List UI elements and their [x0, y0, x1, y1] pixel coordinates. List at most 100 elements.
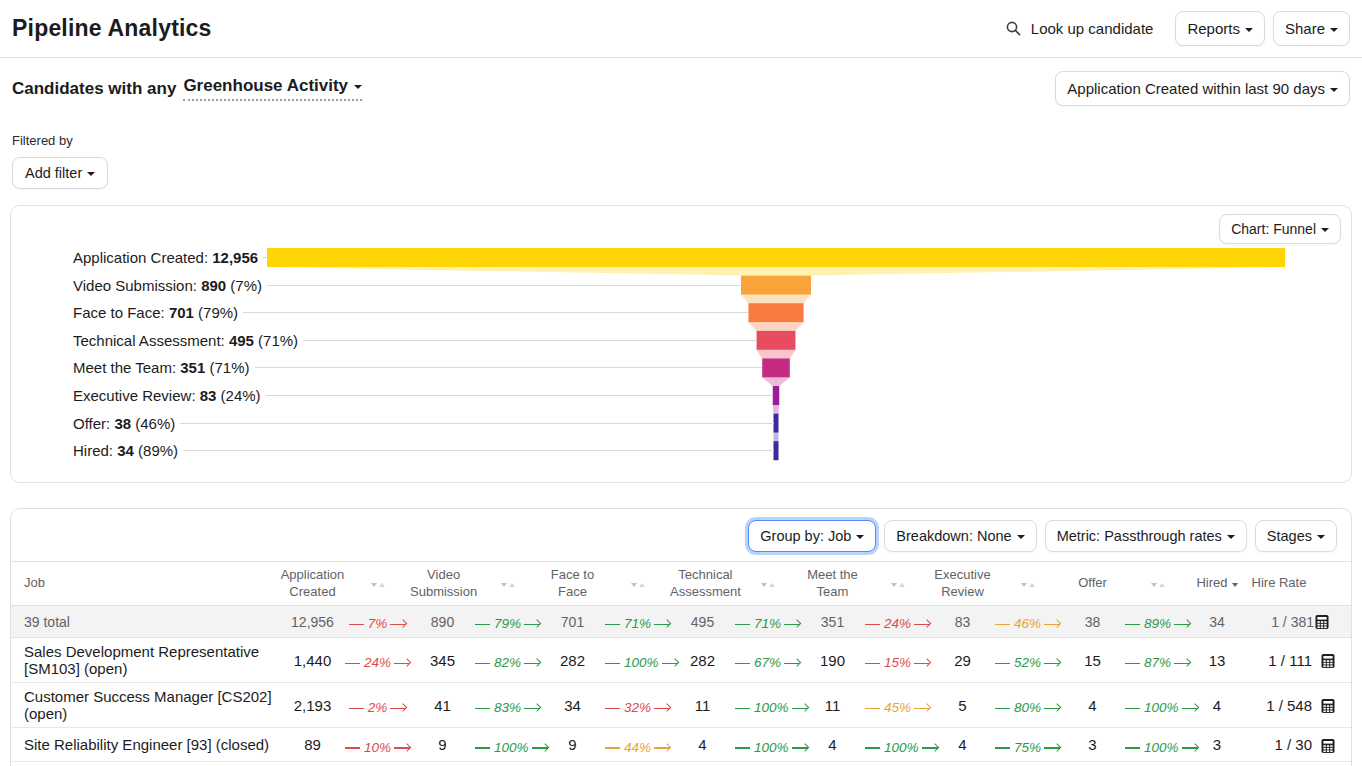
sort-toggle[interactable]	[865, 562, 930, 606]
funnel-transition	[267, 267, 1285, 276]
sort-toggle[interactable]	[995, 562, 1060, 606]
column-header-spacer	[1314, 562, 1351, 606]
table-row: Site Reliability Engineer [93] (closed)8…	[11, 728, 1351, 762]
passthrough-rate: 71%	[735, 617, 800, 631]
calculator-icon[interactable]	[1314, 614, 1330, 630]
column-header-hire-rate[interactable]: Hire Rate	[1244, 562, 1314, 606]
chevron-down-icon	[856, 535, 864, 539]
stage-count-cell: 495	[670, 606, 735, 638]
reports-button[interactable]: Reports	[1175, 11, 1265, 46]
stages-label: Stages	[1267, 528, 1312, 544]
arrow-tail	[735, 624, 750, 625]
hire-rate-cell: 1 / 111	[1244, 638, 1314, 683]
calculator-cell[interactable]	[1314, 728, 1351, 762]
lookup-candidate[interactable]: Look up candidate	[1005, 20, 1154, 37]
calculator-cell[interactable]	[1314, 638, 1351, 683]
breakdown-button[interactable]: Breakdown: None	[884, 520, 1036, 552]
share-button[interactable]: Share	[1273, 11, 1350, 46]
column-header-label: Application Created	[281, 567, 345, 601]
arrow-tail	[605, 708, 620, 709]
stage-count-cell: 11	[670, 683, 735, 728]
passthrough-cell: 87%	[1125, 638, 1190, 683]
passthrough-cell: 71%	[735, 606, 800, 638]
arrow-tail	[735, 747, 750, 748]
calculator-icon[interactable]	[1320, 698, 1336, 714]
funnel-label-text: Technical Assessment: 495 (71%)	[73, 332, 298, 349]
sort-toggle[interactable]	[345, 562, 410, 606]
passthrough-cell: 83%	[475, 683, 540, 728]
funnel-label-text: Video Submission: 890 (7%)	[73, 277, 262, 294]
add-filter-button[interactable]: Add filter	[12, 157, 108, 189]
funnel-bar-6[interactable]	[773, 386, 780, 405]
arrow-tail	[475, 663, 490, 664]
sort-toggle[interactable]	[1125, 562, 1190, 606]
passthrough-rate: 52%	[995, 656, 1060, 670]
funnel-bar-5[interactable]	[762, 358, 790, 377]
passthrough-rate: 7%	[349, 617, 407, 631]
column-header-face-to-face[interactable]: Face to Face	[540, 562, 605, 606]
passthrough-rate: 10%	[345, 741, 410, 755]
page-title: Pipeline Analytics	[12, 15, 212, 42]
column-header-meet-the-team[interactable]: Meet the Team	[800, 562, 865, 606]
column-header-hired[interactable]: Hired	[1190, 562, 1244, 606]
arrow-head	[394, 663, 410, 664]
funnel-transition	[773, 405, 780, 414]
sort-toggle[interactable]	[475, 562, 540, 606]
metric-button[interactable]: Metric: Passthrough rates	[1045, 520, 1247, 552]
calculator-icon[interactable]	[1320, 738, 1336, 754]
arrow-tail	[475, 624, 490, 625]
passthrough-rate: 100%	[735, 741, 808, 755]
arrow-tail	[475, 747, 490, 748]
stage-count-cell: 4	[1060, 683, 1125, 728]
funnel-bar-3[interactable]	[748, 303, 803, 322]
funnel-label: Offer: 38 (46%)	[73, 414, 774, 433]
column-header-executive-review[interactable]: Executive Review	[930, 562, 995, 606]
column-header-technical-assessment[interactable]: Technical Assessment	[670, 562, 735, 606]
column-header-offer[interactable]: Offer	[1060, 562, 1125, 606]
funnel-label-text: Executive Review: 83 (24%)	[73, 387, 261, 404]
stage-count-cell: 4	[930, 728, 995, 762]
group-by-button[interactable]: Group by: Job	[748, 520, 876, 552]
passthrough-rate: 80%	[995, 701, 1060, 715]
calculator-icon[interactable]	[1320, 653, 1336, 669]
date-range-button[interactable]: Application Created within last 90 days	[1055, 71, 1350, 106]
table-row: Sales Development Representative [SM103]…	[11, 638, 1351, 683]
hired-count-cell: 34	[1190, 606, 1244, 638]
passthrough-rate: 24%	[865, 617, 930, 631]
entity-selector[interactable]: Greenhouse Activity	[183, 76, 362, 101]
funnel-bar-7[interactable]	[774, 414, 779, 433]
funnel-label-text: Application Created: 12,956	[73, 249, 258, 266]
stage-count-cell: 15	[1060, 638, 1125, 683]
arrow-head	[654, 708, 670, 709]
job-cell[interactable]: Site Reliability Engineer [93] (closed)	[11, 728, 280, 762]
passthrough-rate: 100%	[605, 656, 678, 670]
funnel-label-text: Meet the Team: 351 (71%)	[73, 359, 250, 376]
sort-toggle[interactable]	[605, 562, 670, 606]
column-header-job[interactable]: Job	[11, 562, 280, 606]
arrow-head	[1044, 624, 1060, 625]
stages-button[interactable]: Stages	[1255, 520, 1337, 552]
sort-active-desc-icon	[1232, 583, 1238, 587]
funnel-transition	[748, 322, 803, 331]
pipeline-table-card: Group by: JobBreakdown: None Metric: Pass…	[10, 508, 1352, 766]
chevron-down-icon	[1330, 28, 1338, 32]
stage-count-cell: 9	[410, 728, 475, 762]
arrow-tail	[1125, 747, 1140, 748]
calculator-cell[interactable]	[1314, 683, 1351, 728]
funnel-bar-4[interactable]	[757, 331, 796, 350]
passthrough-cell: 100%	[865, 728, 930, 762]
column-header-application-created[interactable]: Application Created	[280, 562, 345, 606]
arrow-tail	[865, 663, 880, 664]
sort-toggle[interactable]	[735, 562, 800, 606]
job-cell[interactable]: Sales Development Representative [SM103]…	[11, 638, 280, 683]
arrow-head	[394, 747, 410, 748]
stage-count-cell: 41	[410, 683, 475, 728]
job-cell[interactable]: Customer Success Manager [CS202] (open)	[11, 683, 280, 728]
column-header-video-submission[interactable]: Video Submission	[410, 562, 475, 606]
funnel-bar-1[interactable]	[267, 248, 1285, 267]
funnel-label-text: Face to Face: 701 (79%)	[73, 304, 238, 321]
funnel-bar-2[interactable]	[741, 276, 811, 295]
chart-type-button[interactable]: Chart: Funnel	[1219, 214, 1341, 244]
calculator-cell[interactable]	[1314, 606, 1351, 638]
funnel-bar-8[interactable]	[774, 441, 779, 460]
